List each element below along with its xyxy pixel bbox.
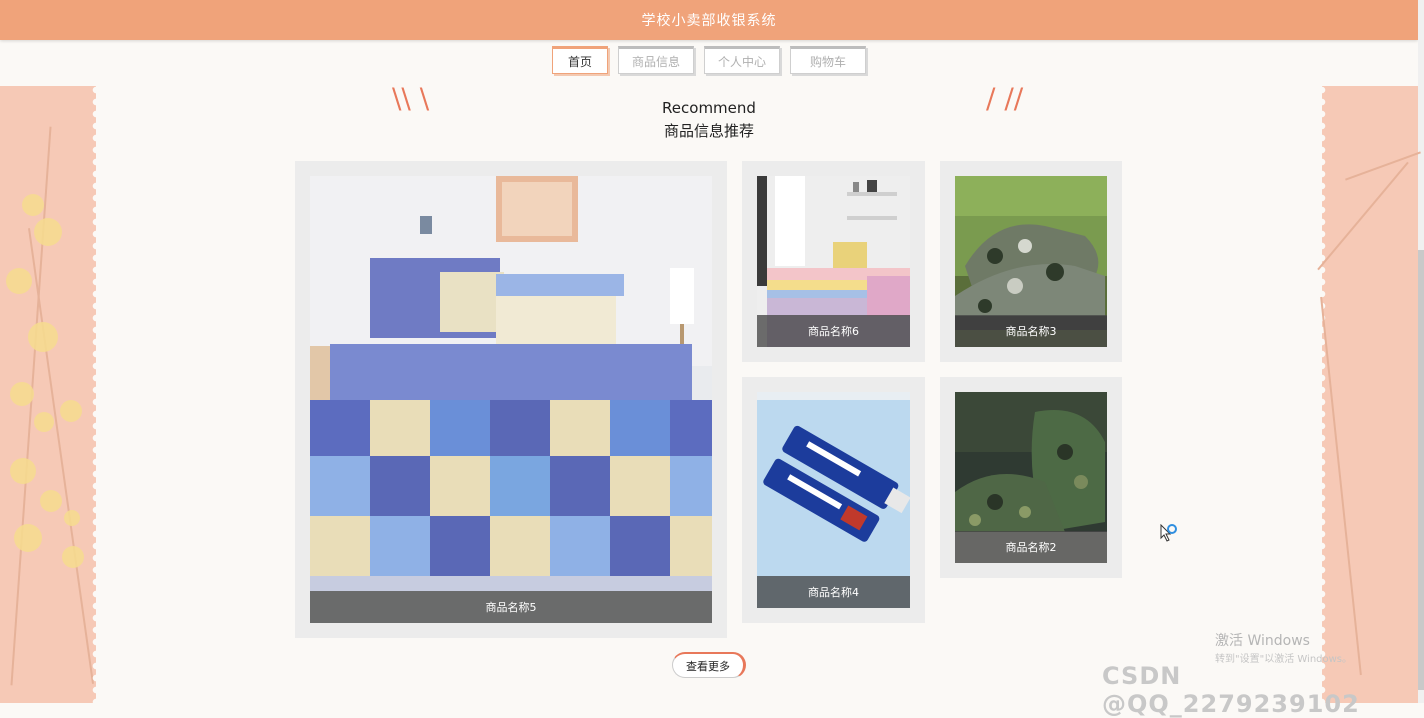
product-card[interactable]: 商品名称2 <box>940 377 1122 578</box>
branch-decoration <box>1320 296 1362 676</box>
mouse-cursor-icon <box>1160 524 1177 542</box>
flower-dot <box>60 400 82 422</box>
camo-sneakers-icon: 商品名称2 <box>955 392 1107 563</box>
product-name: 商品名称6 <box>757 315 910 347</box>
flower-dot <box>6 268 32 294</box>
product-card[interactable]: 商品名称6 <box>742 161 925 362</box>
product-name: 商品名称3 <box>955 315 1107 347</box>
site-title: 学校小卖部收银系统 <box>641 13 777 29</box>
flower-dot <box>22 194 44 216</box>
scrollbar-thumb[interactable] <box>1418 250 1424 690</box>
top-header: 学校小卖部收银系统 <box>0 0 1418 40</box>
flower-dot <box>14 524 42 552</box>
view-more-button[interactable]: 查看更多 <box>672 652 746 678</box>
product-name: 商品名称2 <box>955 531 1107 563</box>
csdn-watermark: CSDN @QQ_2279239102 <box>1102 662 1360 718</box>
toothpaste-icon: 商品名称4 <box>757 392 910 608</box>
left-decoration <box>0 86 100 703</box>
camo-shoes-icon: 商品名称3 <box>955 176 1107 347</box>
product-name: 商品名称4 <box>757 576 910 608</box>
flower-dot <box>10 458 36 484</box>
main-nav: 首页 商品信息 个人中心 购物车 <box>0 46 1418 74</box>
flower-dot <box>40 490 62 512</box>
bedding-set-icon: 商品名称5 <box>310 176 712 623</box>
windows-activation-title: 激活 Windows <box>1215 633 1310 649</box>
flower-dot <box>64 510 80 526</box>
flower-dot <box>62 546 84 568</box>
bedroom-icon: 商品名称6 <box>757 176 910 347</box>
flower-dot <box>34 412 54 432</box>
product-card[interactable]: 商品名称3 <box>940 161 1122 362</box>
branch-decoration <box>1317 161 1409 271</box>
flower-dot <box>10 382 34 406</box>
branch-decoration <box>1345 151 1421 181</box>
scrollbar[interactable] <box>1418 0 1424 703</box>
product-card[interactable]: 商品名称4 <box>742 377 925 623</box>
branch-decoration <box>27 228 95 684</box>
nav-tab-products[interactable]: 商品信息 <box>618 46 694 74</box>
nav-tab-home[interactable]: 首页 <box>552 46 608 74</box>
product-card[interactable]: 商品名称5 <box>295 161 727 638</box>
right-decoration <box>1317 86 1421 703</box>
product-name: 商品名称5 <box>310 591 712 623</box>
section-title-cn: 商品信息推荐 <box>663 122 754 140</box>
flower-dot <box>34 218 62 246</box>
nav-tab-cart[interactable]: 购物车 <box>790 46 866 74</box>
flower-dot <box>28 322 58 352</box>
section-title-en: Recommend <box>662 99 756 117</box>
nav-tab-profile[interactable]: 个人中心 <box>704 46 780 74</box>
